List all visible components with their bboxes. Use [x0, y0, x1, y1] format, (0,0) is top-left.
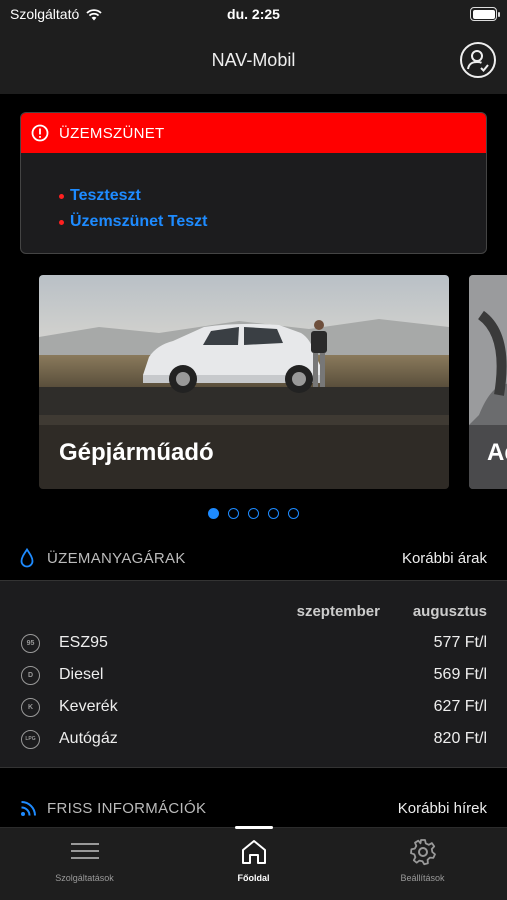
profile-button[interactable]	[460, 42, 496, 78]
outage-header: ÜZEMSZÜNET	[21, 113, 486, 153]
user-check-icon	[467, 50, 489, 72]
fuel-section-header: ÜZEMANYAGÁRAK Korábbi árak	[0, 536, 507, 580]
fuel-name: ESZ95	[59, 634, 108, 651]
fuel-name: Diesel	[59, 666, 104, 683]
alert-circle-icon	[31, 124, 49, 142]
page-title: NAV-Mobil	[211, 50, 296, 70]
outage-title: ÜZEMSZÜNET	[59, 124, 165, 142]
news-section-title: FRISS INFORMÁCIÓK	[47, 799, 207, 817]
battery-icon	[470, 7, 500, 21]
drop-icon	[20, 548, 34, 568]
fuel-badge-icon: D	[21, 665, 40, 685]
page-dot[interactable]	[268, 508, 279, 519]
fuel-price: 820 Ft/l	[433, 730, 487, 747]
fuel-badge-icon: 95	[21, 633, 40, 653]
top-bar: Szolgáltató du. 2:25 NAV-Mobil	[0, 0, 507, 94]
carousel-slide-vehicle-tax[interactable]: Gépjárműadó	[39, 275, 449, 489]
fuel-price: 627 Ft/l	[433, 698, 487, 715]
outage-item[interactable]: Üzemszünet Teszt	[59, 209, 486, 235]
outage-card: ÜZEMSZÜNET Teszteszt Üzemszünet Teszt	[20, 112, 487, 254]
fuel-row: 95 ESZ95 577 Ft/l	[0, 627, 507, 659]
tab-label: Beállítások	[400, 873, 445, 883]
fuel-row: K Keverék 627 Ft/l	[0, 691, 507, 723]
gear-icon	[409, 839, 436, 866]
page-dot[interactable]	[288, 508, 299, 519]
column-header-august: augusztus	[412, 603, 487, 620]
slide-title: Gépjárműadó	[59, 439, 214, 466]
fuel-name: Keverék	[59, 698, 118, 715]
fuel-price-table: szeptember augusztus 95 ESZ95 577 Ft/l D…	[0, 580, 507, 768]
fuel-row: LPG Autógáz 820 Ft/l	[0, 723, 507, 755]
rss-icon	[21, 801, 36, 816]
page-dot[interactable]	[248, 508, 259, 519]
tab-label: Szolgáltatások	[55, 873, 114, 883]
tab-home[interactable]: Főoldal	[169, 828, 338, 900]
fuel-section-title: ÜZEMANYAGÁRAK	[47, 549, 186, 567]
fuel-price: 577 Ft/l	[433, 634, 487, 651]
previous-news-link[interactable]: Korábbi hírek	[398, 800, 487, 817]
column-header-september: szeptember	[296, 603, 380, 620]
tab-settings[interactable]: Beállítások	[338, 828, 507, 900]
menu-icon	[70, 843, 99, 859]
clock: du. 2:25	[227, 6, 280, 22]
tab-bar: Szolgáltatások Főoldal Beállítások	[0, 826, 507, 900]
slide-title: Ad	[487, 439, 507, 466]
carousel-pagination[interactable]	[0, 508, 507, 519]
page-dot[interactable]	[228, 508, 239, 519]
news-section-header: FRISS INFORMÁCIÓK Korábbi hírek	[0, 786, 507, 830]
outage-list: Teszteszt Üzemszünet Teszt	[21, 153, 486, 235]
fuel-badge-icon: LPG	[21, 729, 40, 749]
home-icon	[241, 840, 266, 864]
fuel-badge-icon: K	[21, 697, 40, 717]
fuel-price: 569 Ft/l	[433, 666, 487, 683]
tab-services[interactable]: Szolgáltatások	[0, 828, 169, 900]
fuel-name: Autógáz	[59, 730, 118, 747]
previous-prices-link[interactable]: Korábbi árak	[402, 550, 487, 567]
tab-label: Főoldal	[237, 873, 270, 883]
page-dot[interactable]	[208, 508, 219, 519]
outage-item[interactable]: Teszteszt	[59, 183, 486, 209]
carousel-slide-next[interactable]: Ad	[469, 275, 507, 489]
status-bar: Szolgáltató du. 2:25	[0, 0, 507, 28]
fuel-row: D Diesel 569 Ft/l	[0, 659, 507, 691]
